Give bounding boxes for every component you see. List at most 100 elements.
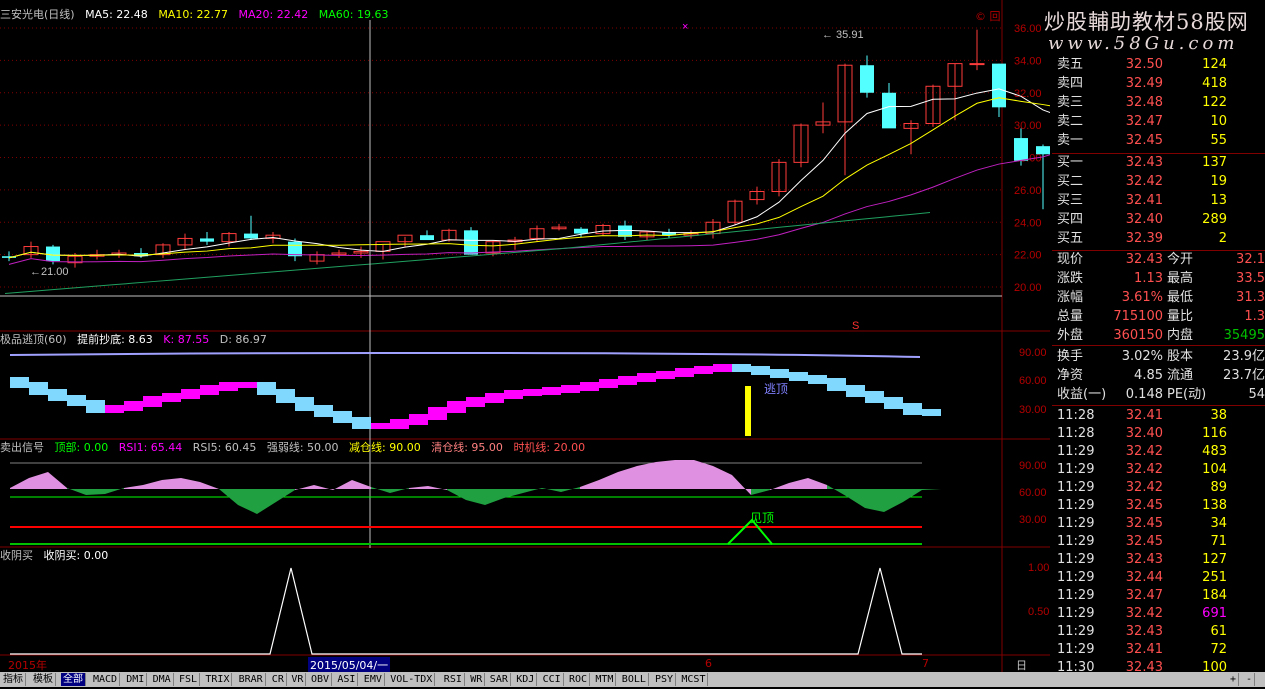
panel3-rsi-area [542, 488, 561, 492]
panel3-rsi-area [447, 489, 466, 500]
tick-time: 11:29 [1057, 642, 1095, 657]
tick-price: 32.41 [1125, 408, 1163, 423]
panel3-rsi-area [428, 486, 447, 490]
main-panel-header: 三安光电(日线) MA5: 22.48 MA10: 22.77 MA20: 22… [0, 8, 395, 22]
ma60-label: MA60: 19.63 [318, 8, 389, 21]
indicator-tab-trix[interactable]: TRIX [203, 673, 233, 686]
indicator-tab-全部[interactable]: 全部 [61, 673, 86, 686]
panel3-rsi-area [48, 472, 67, 489]
stat-label: 内盘 [1167, 328, 1194, 343]
panel2-step-bar [637, 373, 656, 382]
tick-time: 11:29 [1057, 570, 1095, 585]
date-month-7: 7 [922, 657, 929, 670]
panel2-step-bar [542, 387, 561, 395]
indicator-tab-rsi[interactable]: RSI [442, 673, 465, 686]
bid-volume: 137 [1202, 155, 1227, 170]
indicator-tab-kdj[interactable]: KDJ [514, 673, 538, 686]
panel2-step-bar [409, 414, 428, 425]
indicator-tab-sar[interactable]: SAR [488, 673, 511, 686]
panel2-step-bar [10, 377, 29, 388]
tick-volume: 127 [1202, 552, 1227, 567]
panel3-axis-tick-0: 90.00 [1019, 460, 1047, 472]
panel2-early: 提前抄底: 8.63 [77, 333, 153, 346]
quote-separator-3 [1052, 405, 1265, 406]
indicator-tab-boll[interactable]: BOLL [620, 673, 649, 686]
indicator-tab-roc[interactable]: ROC [567, 673, 591, 686]
panel3-rsi-area [580, 480, 599, 489]
candle-body-down [1036, 146, 1050, 155]
watermark-url: www.58Gu.com [1048, 33, 1239, 54]
panel2-step-bar [428, 407, 447, 420]
panel3-rsi5: RSI5: 60.45 [192, 441, 257, 454]
indicator-tab-wr[interactable]: WR [468, 673, 486, 686]
copyright-icon[interactable]: © [975, 10, 986, 23]
corner-icons[interactable]: © 回 [975, 8, 1001, 24]
candle-body-down [992, 63, 1006, 108]
indicator-tab-obv[interactable]: OBV [309, 673, 333, 686]
indicator-tab-vr[interactable]: VR [289, 673, 307, 686]
panel2-step-bar [808, 375, 827, 384]
indicator-tab-fsl[interactable]: FSL [177, 673, 201, 686]
tick-time: 11:29 [1057, 624, 1095, 639]
indicator-tab-dmi[interactable]: DMI [124, 673, 148, 686]
ask-label: 卖五 [1057, 57, 1084, 72]
tick-price: 32.45 [1125, 498, 1163, 513]
panel3-rsi-area [656, 460, 675, 489]
indicator-tab-psy[interactable]: PSY [653, 673, 677, 686]
stat-value: 3.61% [1121, 290, 1163, 305]
indicator-tab-dma[interactable]: DMA [151, 673, 174, 686]
watermark-title: 炒股輔助教材58股网 [1044, 10, 1249, 34]
stat-value: 360150 [1113, 328, 1163, 343]
restore-icon[interactable]: 回 [990, 10, 1001, 23]
indicator-tab-brar[interactable]: BRAR [237, 673, 266, 686]
tick-volume: 184 [1202, 588, 1227, 603]
panel3-rsi-area [466, 489, 485, 505]
panel3-rsi-area [29, 472, 48, 489]
indicator-tab-cci[interactable]: CCI [541, 673, 564, 686]
ma10-label: MA10: 22.77 [158, 8, 229, 21]
panel3-rsi-area [238, 489, 257, 514]
tick-time: 11:29 [1057, 552, 1095, 567]
panel3-rsi-area [276, 489, 295, 502]
chart-area[interactable]: 36.0034.0032.0030.0028.0026.0024.0022.00… [0, 0, 1050, 688]
candle-body-down [244, 233, 258, 239]
panel4-title: 收阴买 [0, 549, 33, 562]
stat-label: 总量 [1057, 309, 1084, 324]
ask-label: 卖四 [1057, 76, 1084, 91]
stat-label: 今开 [1167, 252, 1194, 267]
indicator-tab-vol-tdx[interactable]: VOL-TDX [388, 673, 436, 686]
indicator-tab-mcst[interactable]: MCST [679, 673, 709, 686]
tick-time: 11:28 [1057, 426, 1095, 441]
tick-price: 32.42 [1125, 444, 1163, 459]
panel3-rsi-area [865, 489, 884, 512]
indicator-tab-mtm[interactable]: MTM [593, 673, 617, 686]
zoom-in-button[interactable]: + [1228, 673, 1240, 686]
indicator-tab-模板[interactable]: 模板 [31, 673, 56, 686]
tick-price: 32.45 [1125, 516, 1163, 531]
ma20-label: MA20: 22.42 [238, 8, 309, 21]
indicator-tab-bar: 指标 模板 全部 MACD DMI DMA FSL TRIX BRAR CR VR OBV ASI EMV… [0, 672, 1265, 687]
panel3-rsi-area [618, 466, 637, 489]
indicator-tab-asi[interactable]: ASI [335, 673, 359, 686]
stat2-value: 23.9亿 [1223, 349, 1265, 364]
quote-separator-0 [1052, 153, 1265, 154]
tick-price: 32.43 [1125, 624, 1163, 639]
tick-price: 32.40 [1125, 426, 1163, 441]
stat2-label: 净资 [1057, 368, 1084, 383]
indicator-tab-指标[interactable]: 指标 [1, 673, 26, 686]
bid-label: 买二 [1057, 174, 1084, 189]
stat2-value: 3.02% [1121, 349, 1163, 364]
indicator-tab-macd[interactable]: MACD [91, 673, 121, 686]
panel2-axis-tick-1: 60.00 [1019, 375, 1047, 387]
indicator-tab-cr[interactable]: CR [270, 673, 287, 686]
price-axis-tick-3: 30.00 [1014, 120, 1042, 132]
panel2-step-bar [200, 385, 219, 395]
indicator-tab-emv[interactable]: EMV [362, 673, 385, 686]
panel2-step-bar [523, 389, 542, 396]
tick-price: 32.45 [1125, 534, 1163, 549]
panel2-step-bar [504, 390, 523, 399]
stat2-value: 0.148 [1125, 387, 1163, 402]
tick-price: 32.42 [1125, 606, 1163, 621]
zoom-out-button[interactable]: - [1244, 673, 1256, 686]
panel2-step-bar [390, 419, 409, 429]
